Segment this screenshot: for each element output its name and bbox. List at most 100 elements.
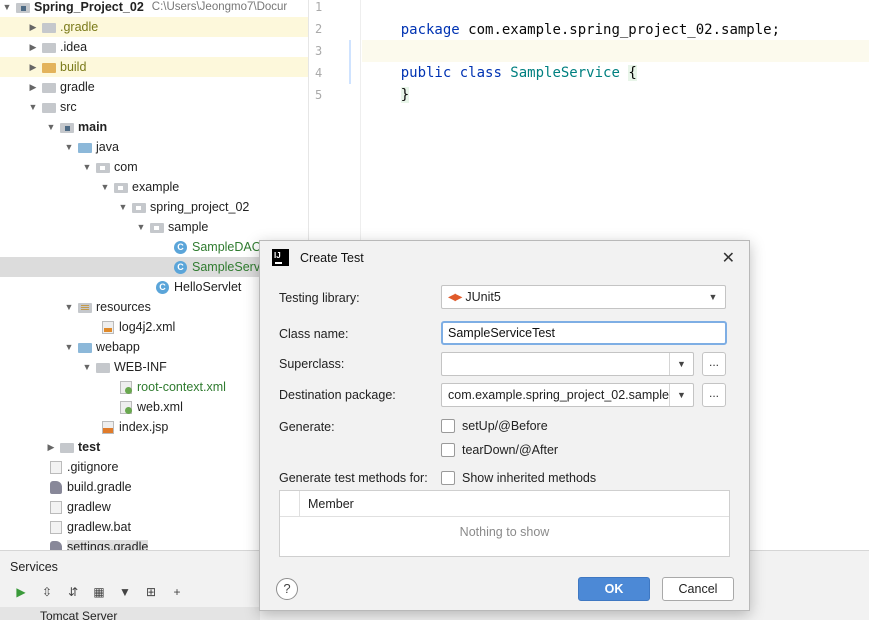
tree-item-com[interactable]: ▼ com [0, 157, 308, 177]
cancel-button[interactable]: Cancel [662, 577, 734, 601]
tree-label: resources [96, 300, 151, 314]
code-line-4: } [400, 87, 410, 103]
chevron-down-icon[interactable]: ▼ [62, 142, 76, 152]
source-root-folder-icon [60, 122, 74, 133]
folder-icon [42, 62, 56, 73]
teardown-checkbox[interactable]: tearDown/@After [441, 443, 558, 457]
member-column-header[interactable]: Member [308, 497, 354, 511]
code-line-1: package com.example.spring_project_02.sa… [400, 22, 781, 38]
tree-item-main[interactable]: ▼ main [0, 117, 308, 137]
services-item-tomcat[interactable]: Tomcat Server [0, 607, 260, 620]
chevron-down-icon[interactable]: ▼ [0, 2, 14, 12]
line-number: 3 [315, 44, 323, 58]
file-icon [50, 500, 62, 514]
line-number: 1 [315, 0, 323, 14]
setup-checkbox[interactable]: setUp/@Before [441, 419, 548, 433]
show-inherited-label: Show inherited methods [462, 471, 597, 485]
tree-label: root-context.xml [137, 380, 226, 394]
tree-item-gradle[interactable]: ▶ gradle [0, 77, 308, 97]
filter-icon[interactable]: ▼ [116, 583, 134, 601]
tree-item-src[interactable]: ▼ src [0, 97, 308, 117]
scope-indicator [349, 40, 351, 84]
folder-icon [96, 362, 110, 373]
package-icon [150, 222, 164, 233]
chevron-down-icon[interactable]: ▼ [80, 162, 94, 172]
chevron-right-icon[interactable]: ▶ [44, 442, 58, 453]
chevron-down-icon[interactable]: ▼ [134, 222, 148, 232]
superclass-combo[interactable]: ▼ [441, 352, 694, 376]
chevron-right-icon[interactable]: ▶ [26, 22, 40, 33]
tree-label: log4j2.xml [119, 320, 176, 334]
run-icon[interactable]: ▶ [12, 583, 30, 601]
chevron-down-icon[interactable]: ▼ [44, 122, 58, 132]
chevron-right-icon[interactable]: ▶ [26, 42, 40, 53]
folder-icon [42, 22, 56, 33]
expand-all-icon[interactable]: ⇳ [38, 583, 56, 601]
tree-label: gradlew [67, 500, 111, 514]
class-icon: C [156, 280, 169, 294]
line-number: 2 [315, 22, 323, 36]
dialog-header: IJ Create Test ✕ [260, 241, 749, 275]
chevron-down-icon[interactable]: ▼ [116, 202, 130, 212]
chevron-right-icon[interactable]: ▶ [26, 82, 40, 93]
tree-item-sample[interactable]: ▼ sample [0, 217, 308, 237]
checkbox-box[interactable] [441, 419, 455, 433]
destination-package-combo[interactable]: com.example.spring_project_02.sample ▼ [441, 383, 694, 407]
folder-icon [42, 102, 56, 113]
destination-browse-button[interactable]: ... [702, 383, 726, 407]
collapse-all-icon[interactable]: ⇵ [64, 583, 82, 601]
members-table[interactable]: Member Nothing to show [279, 490, 730, 557]
tree-label: main [78, 120, 108, 134]
tree-label: build [60, 60, 87, 74]
tree-item-gradle-dir[interactable]: ▶ .gradle [0, 17, 308, 37]
tree-label: java [96, 140, 119, 154]
root-label: Spring_Project_02 [34, 0, 144, 14]
tree-label: index.jsp [119, 420, 169, 434]
checkbox-box[interactable] [441, 443, 455, 457]
tree-item-java[interactable]: ▼ java [0, 137, 308, 157]
show-inherited-checkbox[interactable]: Show inherited methods [441, 471, 596, 485]
source-folder-icon [78, 142, 92, 153]
gradle-file-icon [50, 540, 62, 550]
tree-label: gradle [60, 80, 95, 94]
class-icon: C [174, 240, 187, 254]
teardown-label: tearDown/@After [462, 443, 559, 457]
chevron-down-icon[interactable]: ▼ [80, 362, 94, 372]
tree-label: HelloServlet [174, 280, 242, 294]
tree-label: com [114, 160, 138, 174]
class-name-input[interactable] [441, 321, 727, 345]
chevron-down-icon[interactable]: ▼ [701, 286, 725, 308]
resources-folder-icon [78, 302, 92, 313]
close-icon[interactable]: ✕ [722, 248, 735, 268]
select-all-column[interactable] [280, 491, 300, 516]
chevron-down-icon[interactable]: ▼ [62, 302, 76, 312]
ok-button[interactable]: OK [578, 577, 650, 601]
tree-label: settings.gradle [67, 540, 149, 550]
checkbox-box[interactable] [441, 471, 455, 485]
chevron-down-icon[interactable]: ▼ [26, 102, 40, 112]
add-icon[interactable]: + [168, 583, 186, 601]
tree-item-example[interactable]: ▼ example [0, 177, 308, 197]
tree-item-build[interactable]: ▶ build [0, 57, 308, 77]
tree-item-idea[interactable]: ▶ .idea [0, 37, 308, 57]
testing-library-select[interactable]: ◀▶ JUnit5 ▼ [441, 285, 726, 309]
services-title: Services [10, 560, 58, 574]
help-button[interactable]: ? [276, 578, 298, 600]
chevron-down-icon[interactable]: ▼ [98, 182, 112, 192]
chevron-right-icon[interactable]: ▶ [26, 62, 40, 73]
chevron-down-icon[interactable]: ▼ [669, 353, 693, 375]
group-icon[interactable]: ▦ [90, 583, 108, 601]
chevron-down-icon[interactable]: ▼ [669, 384, 693, 406]
chevron-down-icon[interactable]: ▼ [62, 342, 76, 352]
tree-label: test [78, 440, 101, 454]
intellij-logo-icon: IJ [272, 249, 289, 266]
superclass-browse-button[interactable]: ... [702, 352, 726, 376]
tree-item-spring-project-02[interactable]: ▼ spring_project_02 [0, 197, 308, 217]
destination-package-label: Destination package: [279, 388, 396, 402]
generate-label: Generate: [279, 420, 335, 434]
tree-root[interactable]: ▼ Spring_Project_02 C:\Users\Jeongmo7\Do… [0, 0, 308, 17]
module-folder-icon [16, 2, 30, 13]
new-service-icon[interactable]: ⊞ [142, 583, 160, 601]
root-path: C:\Users\Jeongmo7\Docur [151, 1, 288, 13]
code-line-3: public class SampleService { [400, 65, 637, 81]
